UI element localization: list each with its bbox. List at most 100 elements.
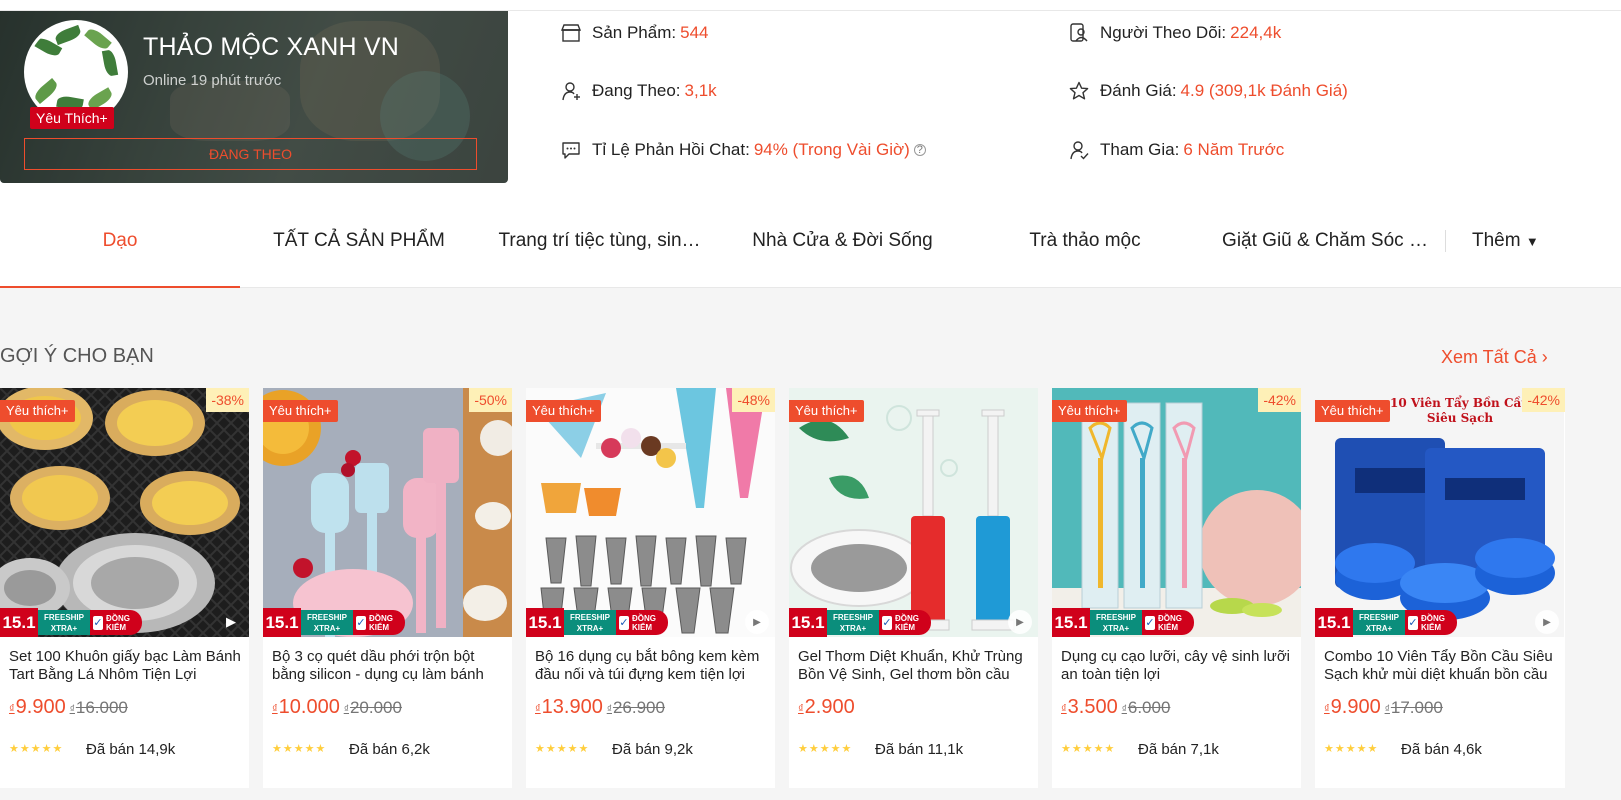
product-card[interactable]: 10 Viên Tẩy Bồn Cầu Siêu Sạch Yêu thích+…: [1315, 388, 1565, 788]
original-price: ₫6.000: [1121, 698, 1171, 717]
stat-followers: Người Theo Dõi: 224,4k: [1068, 22, 1281, 44]
sold-count: Đã bán 9,2k: [612, 741, 693, 758]
preferred-label: Yêu thích+: [1315, 400, 1390, 422]
more-tabs-button[interactable]: Thêm ▼: [1472, 216, 1539, 267]
user-plus-icon: [560, 80, 582, 102]
product-price: ₫9.900 ₫16.000: [9, 696, 128, 718]
tab-explore[interactable]: Dạo: [0, 216, 240, 288]
rating-stars: ★★★★★: [1324, 743, 1379, 755]
stat-rating: Đánh Giá: 4.9 (309,1k Đánh Giá): [1068, 80, 1348, 102]
promo-bar: 15.1 FREESHIP XTRA+ ✓ ĐỒNG KIỂM: [0, 608, 249, 637]
preferred-label: Yêu thích+: [1052, 400, 1127, 422]
sold-count: Đã bán 7,1k: [1138, 741, 1219, 758]
rating-stars: ★★★★★: [1061, 743, 1116, 755]
help-icon[interactable]: ?: [913, 144, 926, 156]
tab-divider: [1445, 230, 1446, 252]
discount-badge: -42%: [1522, 388, 1565, 412]
play-icon[interactable]: ▶: [745, 610, 769, 634]
tab-home-living[interactable]: Nhà Cửa & Đời Sống: [725, 216, 960, 288]
product-price: ₫3.500 ₫6.000: [1061, 696, 1171, 718]
sold-count: Đã bán 6,2k: [349, 741, 430, 758]
promo-bar: 15.1 FREESHIP XTRA+ ✓ ĐỒNG KIỂM: [1315, 608, 1564, 637]
product-card[interactable]: Yêu thích+ -50% 15.1 FREESHIP XTRA+ ✓ ĐỒNG…: [263, 388, 512, 788]
rating-stars: ★★★★★: [798, 743, 853, 755]
rating-stars: ★★★★★: [272, 743, 327, 755]
tab-laundry-care[interactable]: Giặt Giũ & Chăm Sóc …: [1210, 216, 1440, 288]
rating-stars: ★★★★★: [9, 743, 64, 755]
sold-count: Đã bán 11,1k: [875, 741, 964, 758]
product-title[interactable]: Combo 10 Viên Tẩy Bồn Cầu Siêu Sạch khử …: [1324, 648, 1556, 684]
check-icon: ✓: [1145, 615, 1155, 630]
preferred-label: Yêu thích+: [526, 400, 601, 422]
play-icon[interactable]: ▶: [219, 610, 243, 634]
product-image[interactable]: [789, 388, 1038, 637]
product-price: ₫13.900 ₫26.900: [535, 696, 665, 718]
chevron-right-icon: ›: [1541, 347, 1548, 367]
category-tabs: Dạo TẤT CẢ SẢN PHẨM Trang trí tiệc tùng,…: [0, 216, 1621, 288]
preferred-badge: Yêu Thích+: [30, 107, 114, 129]
stat-following: Đang Theo: 3,1k: [560, 80, 717, 102]
product-image[interactable]: 10 Viên Tẩy Bồn Cầu Siêu Sạch: [1315, 388, 1564, 637]
discount-badge: -38%: [206, 388, 249, 412]
product-title[interactable]: Gel Thơm Diệt Khuẩn, Khử Trùng Bồn Vệ Si…: [798, 648, 1030, 684]
check-icon: ✓: [1408, 615, 1418, 630]
product-grid: Yêu thích+ -38% 15.1 FREESHIP XTRA+ ✓ ĐỒNG…: [0, 388, 1621, 800]
product-card[interactable]: Yêu thích+ 15.1 FREESHIP XTRA+ ✓ ĐỒNG KIỂM…: [789, 388, 1038, 788]
original-price: ₫26.900: [606, 698, 665, 717]
product-image[interactable]: [263, 388, 512, 637]
shop-header: Yêu Thích+ THẢO MỘC XANH VN Online 19 ph…: [0, 11, 1621, 288]
discount-badge: -50%: [469, 388, 512, 412]
user-check-icon: [1068, 139, 1090, 161]
store-icon: [560, 22, 582, 44]
original-price: ₫17.000: [1384, 698, 1443, 717]
discount-badge: -42%: [1258, 388, 1301, 412]
promo-bar: 15.1 FREESHIP XTRA+ ✓ ĐỒNG KIỂM: [789, 608, 1038, 637]
section-title: GỢI Ý CHO BẠN: [0, 345, 154, 367]
promo-bar: 15.1 FREESHIP XTRA+ ✓ ĐỒNG KIỂM: [263, 608, 512, 637]
stat-chat-response: Tỉ Lệ Phản Hồi Chat: 94% (Trong Vài Giờ)…: [560, 139, 926, 161]
see-all-link[interactable]: Xem Tất Cả ›: [1441, 347, 1548, 368]
top-strip: [0, 0, 1621, 11]
shop-card: Yêu Thích+ THẢO MỘC XANH VN Online 19 ph…: [0, 11, 508, 183]
product-image[interactable]: [1052, 388, 1301, 637]
product-image[interactable]: [0, 388, 249, 637]
tab-herbal-tea[interactable]: Trà thảo mộc: [970, 216, 1200, 288]
product-title[interactable]: Set 100 Khuôn giấy bạc Làm Bánh Tart Bằn…: [9, 648, 241, 684]
product-image[interactable]: [526, 388, 775, 637]
product-card[interactable]: Yêu thích+ -38% 15.1 FREESHIP XTRA+ ✓ ĐỒNG…: [0, 388, 249, 788]
product-price: ₫9.900 ₫17.000: [1324, 696, 1443, 718]
tab-party-decor[interactable]: Trang trí tiệc tùng, sin…: [487, 216, 712, 288]
check-icon: ✓: [882, 615, 892, 630]
sold-count: Đã bán 14,9k: [86, 741, 176, 758]
promo-bar: 15.1 FREESHIP XTRA+ ✓ ĐỒNG KIỂM: [526, 608, 775, 637]
product-title[interactable]: Bộ 16 dụng cụ bắt bông kem kèm đầu nối v…: [535, 648, 767, 684]
sold-count: Đã bán 4,6k: [1401, 741, 1482, 758]
stat-joined: Tham Gia: 6 Năm Trước: [1068, 139, 1284, 161]
product-title[interactable]: Bộ 3 cọ quét dầu phới trộn bột bằng sili…: [272, 648, 504, 684]
play-icon[interactable]: ▶: [1535, 610, 1559, 634]
play-icon[interactable]: ▶: [1008, 610, 1032, 634]
tab-all-products[interactable]: TẤT CẢ SẢN PHẨM: [244, 216, 474, 288]
shop-name: THẢO MỘC XANH VN: [143, 33, 399, 61]
product-title[interactable]: Dụng cụ cạo lưỡi, cây vệ sinh lưỡi an to…: [1061, 648, 1293, 684]
product-card[interactable]: Yêu thích+ -42% 15.1 FREESHIP XTRA+ ✓ ĐỒNG…: [1052, 388, 1301, 788]
online-status: Online 19 phút trước: [143, 72, 282, 89]
stat-products: Sản Phẩm: 544: [560, 22, 708, 44]
preferred-label: Yêu thích+: [0, 400, 75, 422]
preferred-label: Yêu thích+: [789, 400, 864, 422]
original-price: ₫20.000: [343, 698, 402, 717]
check-icon: ✓: [356, 615, 366, 630]
promo-bar: 15.1 FREESHIP XTRA+ ✓ ĐỒNG KIỂM: [1052, 608, 1301, 637]
follower-icon: [1068, 22, 1090, 44]
product-overlay-text: 10 Viên Tẩy Bồn Cầu Siêu Sạch: [1389, 396, 1531, 425]
check-icon: ✓: [93, 615, 103, 630]
rating-stars: ★★★★★: [535, 743, 590, 755]
original-price: ₫16.000: [69, 698, 128, 717]
product-price: ₫2.900: [798, 696, 855, 718]
caret-down-icon: ▼: [1525, 234, 1539, 249]
product-price: ₫10.000 ₫20.000: [272, 696, 402, 718]
following-button[interactable]: ĐANG THEO: [24, 138, 477, 170]
product-card[interactable]: Yêu thích+ -48% 15.1 FREESHIP XTRA+ ✓ ĐỒNG…: [526, 388, 775, 788]
discount-badge: -48%: [732, 388, 775, 412]
star-icon: [1068, 80, 1090, 102]
